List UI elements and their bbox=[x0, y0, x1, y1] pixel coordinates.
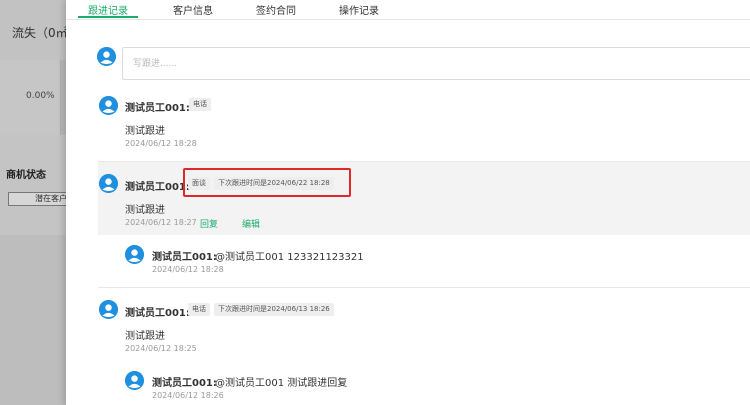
record-type-badge: 电话 bbox=[188, 303, 210, 316]
edit-button[interactable]: 编辑 bbox=[242, 217, 260, 230]
divider bbox=[98, 287, 750, 288]
reply-content: @测试员工001 测试跟进回复 bbox=[215, 378, 348, 389]
user-avatar-icon bbox=[97, 47, 116, 66]
record-content: 测试跟进 bbox=[125, 205, 165, 216]
background-section-lower bbox=[0, 235, 66, 405]
status-button: 潜在客户 bbox=[8, 192, 72, 206]
reply-button[interactable]: 回复 bbox=[200, 217, 218, 230]
tab-bar: 跟进记录 客户信息 签约合同 操作记录 bbox=[66, 0, 750, 20]
record-content: 测试跟进 bbox=[125, 126, 165, 137]
reply-content: @测试员工001 123321123321 bbox=[215, 252, 364, 263]
record-time: 2024/06/12 18:25 bbox=[125, 344, 197, 353]
record-author: 测试员工001: bbox=[125, 182, 190, 193]
reply-time: 2024/06/12 18:26 bbox=[152, 391, 224, 400]
next-follow-time-badge: 下次跟进时间是2024/06/13 18:26 bbox=[214, 303, 334, 316]
tab-contracts[interactable]: 签约合同 bbox=[256, 2, 296, 17]
customer-drawer: 跟进记录 客户信息 签约合同 操作记录 测试员工001: 电话 测试跟进 202… bbox=[66, 0, 750, 405]
avatar-icon bbox=[125, 245, 144, 264]
status-heading: 商机状态 bbox=[6, 170, 46, 181]
tab-follow-records[interactable]: 跟进记录 bbox=[88, 2, 128, 17]
avatar-icon bbox=[99, 96, 118, 115]
avatar-icon bbox=[99, 174, 118, 193]
reply-author: 测试员工001: bbox=[152, 252, 217, 263]
active-tab-indicator bbox=[78, 16, 138, 18]
reply-author: 测试员工001: bbox=[152, 378, 217, 389]
record-content: 测试跟进 bbox=[125, 331, 165, 342]
background-overlay: 流失（0㎡/0 0.00% 商机状态 潜在客户 bbox=[0, 0, 79, 405]
avatar-icon bbox=[99, 300, 118, 319]
tab-customer-info[interactable]: 客户信息 bbox=[173, 2, 213, 17]
record-author: 测试员工001: bbox=[125, 308, 190, 319]
background-section bbox=[0, 135, 66, 235]
follow-up-input[interactable] bbox=[122, 47, 750, 80]
record-time: 2024/06/12 18:27 bbox=[125, 218, 197, 227]
reply-time: 2024/06/12 18:28 bbox=[152, 265, 224, 274]
highlight-box bbox=[183, 168, 351, 197]
record-author: 测试员工001: bbox=[125, 103, 190, 114]
tab-operation-log[interactable]: 操作记录 bbox=[339, 2, 379, 17]
avatar-icon bbox=[125, 371, 144, 390]
record-type-badge: 电话 bbox=[189, 98, 211, 111]
record-time: 2024/06/12 18:28 bbox=[125, 139, 197, 148]
percent-value: 0.00% bbox=[26, 91, 55, 101]
